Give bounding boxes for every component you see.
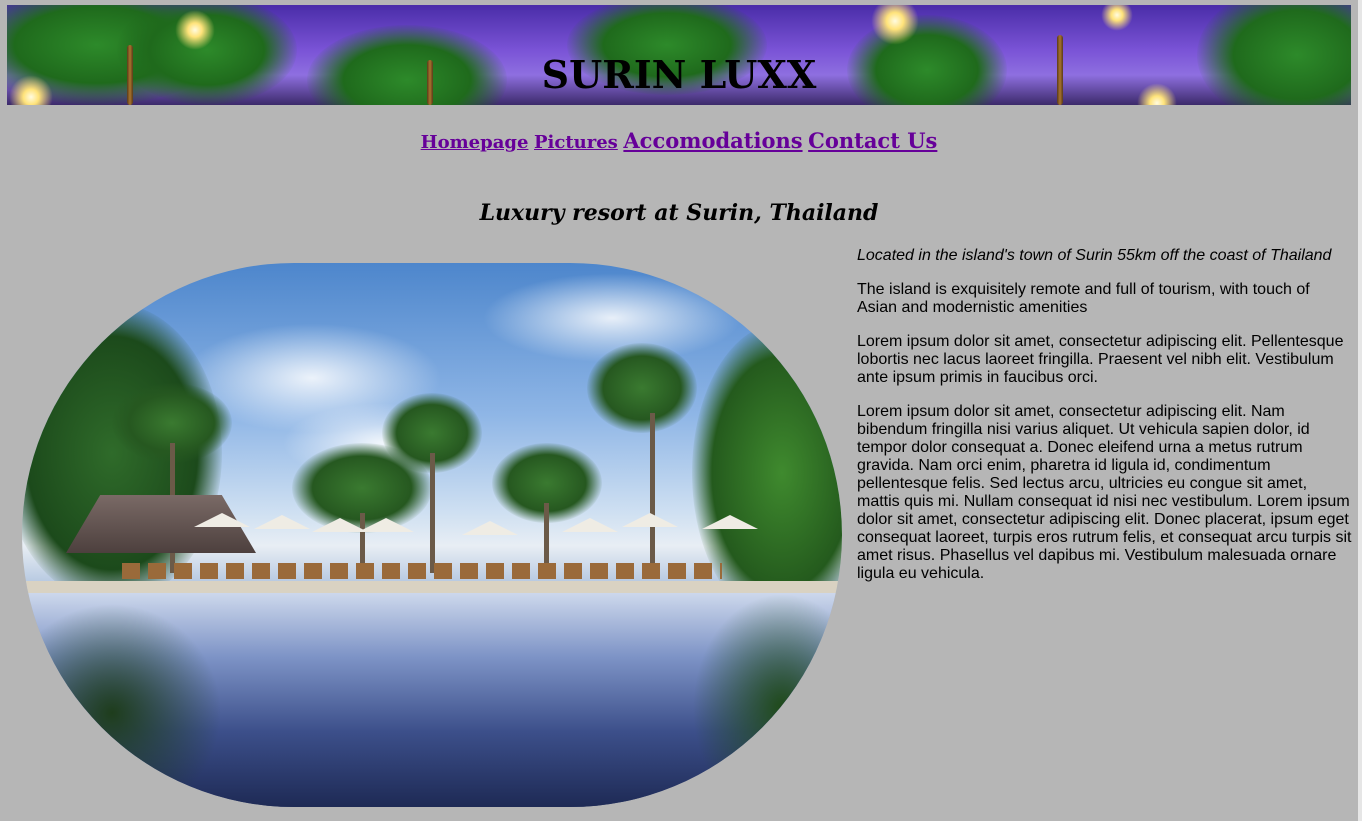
body-paragraph: Lorem ipsum dolor sit amet, consectetur … [857,403,1352,582]
description-paragraph: The island is exquisitely remote and ful… [857,281,1310,316]
content-column: Located in the island's town of Surin 55… [857,247,1352,599]
resort-photo [22,263,842,807]
main-nav: Homepage Pictures Accomodations Contact … [0,128,1358,153]
site-title: SURIN LUXX [541,52,817,97]
intro-paragraph: Located in the island's town of Surin 55… [857,247,1332,264]
page-scrollbar[interactable] [1358,0,1362,821]
page-subtitle: Luxury resort at Surin, Thailand [479,200,879,226]
body-paragraph: Lorem ipsum dolor sit amet, consectetur … [857,333,1344,386]
nav-link-homepage[interactable]: Homepage [421,132,529,153]
nav-link-contact-us[interactable]: Contact Us [808,128,937,153]
nav-link-pictures[interactable]: Pictures [534,132,618,153]
nav-link-accomodations[interactable]: Accomodations [623,128,802,153]
